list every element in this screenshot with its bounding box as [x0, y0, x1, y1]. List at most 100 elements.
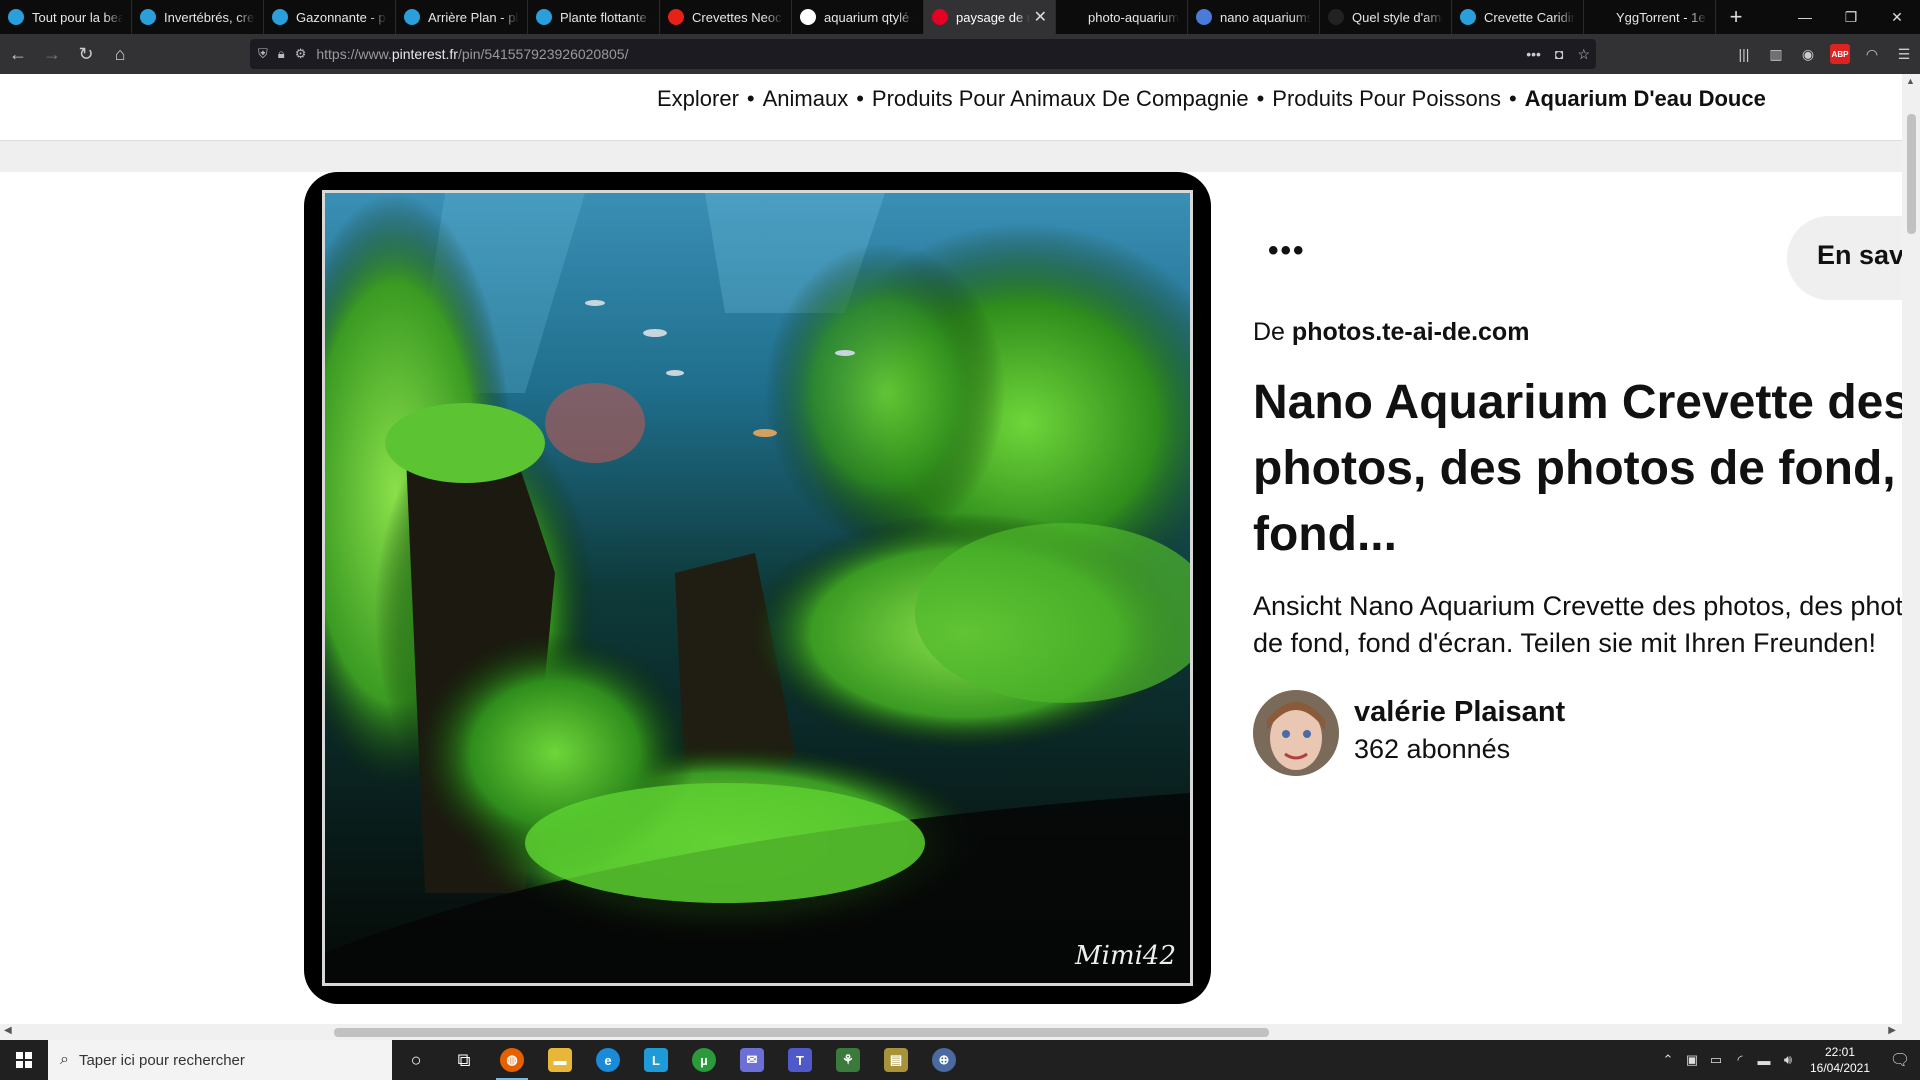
tab-favicon-icon	[272, 9, 288, 25]
cortana-icon[interactable]: ○	[392, 1040, 440, 1080]
extension-icon[interactable]: ◠	[1862, 44, 1882, 64]
forward-icon[interactable]: →	[36, 38, 68, 70]
tab-active[interactable]: paysage de nano aquarium✕	[924, 0, 1056, 34]
account-icon[interactable]: ◉	[1798, 44, 1818, 64]
permissions-icon[interactable]: ⚙	[295, 46, 307, 62]
breadcrumb-item[interactable]: Explorer	[657, 86, 739, 111]
pocket-icon[interactable]: ◘	[1555, 46, 1563, 62]
task-view-icon[interactable]: ⧉	[440, 1040, 488, 1080]
tab[interactable]: Arrière Plan - plantes	[396, 0, 528, 34]
learn-more-button[interactable]: En savoir plus	[1787, 216, 1902, 300]
chevron-up-icon[interactable]: ⌃	[1656, 1052, 1680, 1068]
aquarium-photo	[325, 193, 1190, 983]
tab[interactable]: aquarium qtylé - Recherche	[792, 0, 924, 34]
minimize-icon[interactable]: —	[1782, 0, 1828, 34]
taskbar-search[interactable]: ⌕ Taper ici pour rechercher	[48, 1040, 392, 1080]
vertical-scroll-thumb[interactable]	[1907, 114, 1916, 234]
file-explorer-icon[interactable]: ▬	[536, 1040, 584, 1080]
avatar-portrait	[1253, 690, 1339, 776]
volume-icon[interactable]: 🔊︎	[1776, 1052, 1800, 1068]
horizontal-scrollbar[interactable]: ◀ ▶	[0, 1024, 1920, 1040]
bookmark-star-icon[interactable]: ☆	[1577, 46, 1590, 63]
tab[interactable]: Gazonnante - plantes	[264, 0, 396, 34]
new-tab-button[interactable]: +	[1716, 0, 1756, 34]
pin-image: Mimi42	[322, 190, 1193, 986]
shield-icon[interactable]: ⛨	[258, 46, 268, 62]
scroll-right-icon[interactable]: ▶	[1888, 1025, 1896, 1036]
clock[interactable]: 22:01 16/04/2021	[1800, 1044, 1880, 1076]
more-options-icon[interactable]: •••	[1268, 234, 1306, 268]
wifi-icon[interactable]: ◜	[1728, 1052, 1752, 1068]
source-link[interactable]: photos.te-ai-de.com	[1292, 318, 1530, 346]
close-window-icon[interactable]: ✕	[1874, 0, 1920, 34]
tab[interactable]: YggTorrent - 1er Tracker	[1584, 0, 1716, 34]
tab[interactable]: Invertébrés, crevettes	[132, 0, 264, 34]
meet-now-icon[interactable]: ▣	[1680, 1052, 1704, 1068]
breadcrumb-item[interactable]: Produits Pour Animaux De Compagnie	[872, 86, 1249, 111]
messenger-icon[interactable]: ✉	[728, 1040, 776, 1080]
globe-app-icon[interactable]: ⊕	[920, 1040, 968, 1080]
page-band	[0, 141, 1902, 172]
utorrent-icon[interactable]: µ	[680, 1040, 728, 1080]
tab-label: Tout pour la beauté	[32, 9, 123, 25]
battery-icon[interactable]: ▬	[1752, 1053, 1776, 1068]
breadcrumb-current[interactable]: Aquarium D'eau Douce	[1525, 86, 1766, 111]
tab[interactable]: photo-aquarium-idée	[1056, 0, 1188, 34]
address-bar[interactable]: ⛨ 🔒︎ ⚙ https://www. pinterest.fr/pin/5415…	[250, 39, 1596, 69]
start-button[interactable]	[0, 1040, 48, 1080]
tab-label: aquarium qtylé - Recherche	[824, 9, 915, 25]
edge-icon[interactable]: e	[584, 1040, 632, 1080]
tab-bar: Tout pour la beauté Invertébrés, crevette…	[0, 0, 1920, 34]
pin-image-container[interactable]: Mimi42	[304, 172, 1211, 1004]
navigation-toolbar: ← → ↻ ⌂ ⛨ 🔒︎ ⚙ https://www. pinterest.fr /…	[0, 34, 1920, 74]
tab-favicon-icon	[1328, 9, 1344, 25]
tab[interactable]: Crevette Caridina	[1452, 0, 1584, 34]
windows-taskbar: ⌕ Taper ici pour rechercher ○ ⧉ ◍ ▬ e L …	[0, 1040, 1920, 1080]
scroll-left-icon[interactable]: ◀	[4, 1025, 12, 1036]
tab[interactable]: Plante flottante Aquarium	[528, 0, 660, 34]
tab[interactable]: nano aquariums	[1188, 0, 1320, 34]
horizontal-scroll-thumb[interactable]	[334, 1028, 1269, 1037]
tab-favicon-icon	[404, 9, 420, 25]
tab-favicon-icon	[1196, 9, 1212, 25]
tab-close-icon[interactable]: ✕	[1034, 7, 1047, 27]
home-icon[interactable]: ⌂	[104, 38, 136, 70]
clock-time: 22:01	[1824, 1045, 1856, 1059]
tab-favicon-icon	[140, 9, 156, 25]
library-icon[interactable]: |||	[1734, 44, 1754, 64]
tab-favicon-icon	[536, 9, 552, 25]
tab[interactable]: Crevettes Neocaridina	[660, 0, 792, 34]
tab-label: Invertébrés, crevettes	[164, 9, 255, 25]
app-l-icon[interactable]: L	[632, 1040, 680, 1080]
reload-icon[interactable]: ↻	[70, 38, 102, 70]
teams-icon[interactable]: T	[776, 1040, 824, 1080]
avatar[interactable]	[1253, 690, 1339, 776]
lock-icon[interactable]: 🔒︎	[278, 46, 285, 62]
tab-favicon-icon	[8, 9, 24, 25]
breadcrumb-item[interactable]: Produits Pour Poissons	[1272, 86, 1501, 111]
scroll-up-icon[interactable]: ▲	[1906, 76, 1915, 86]
adblock-icon[interactable]: ABP	[1830, 44, 1850, 64]
display-icon[interactable]: ▭	[1704, 1052, 1728, 1068]
user-name[interactable]: valérie Plaisant	[1354, 696, 1565, 729]
tab-favicon-icon	[1460, 9, 1476, 25]
archive-app-icon[interactable]: ▤	[872, 1040, 920, 1080]
sidebar-icon[interactable]: ▥	[1766, 44, 1786, 64]
menu-icon[interactable]: ☰	[1894, 44, 1914, 64]
vertical-scrollbar[interactable]: ▲	[1902, 74, 1920, 1024]
notification-icon[interactable]: 🗨︎	[1880, 1050, 1920, 1070]
back-icon[interactable]: ←	[2, 38, 34, 70]
source-prefix: De	[1253, 318, 1285, 346]
breadcrumb-separator: •	[856, 86, 864, 111]
firefox-icon[interactable]: ◍	[488, 1040, 536, 1080]
breadcrumb-separator: •	[1508, 86, 1517, 111]
tab[interactable]: Tout pour la beauté	[0, 0, 132, 34]
tab-label: paysage de nano aquarium	[956, 9, 1030, 25]
page-actions-icon[interactable]: •••	[1526, 46, 1541, 62]
tab-label: nano aquariums	[1220, 9, 1311, 25]
restore-icon[interactable]: ❐	[1828, 0, 1874, 34]
breadcrumb-item[interactable]: Animaux	[763, 86, 849, 111]
network-app-icon[interactable]: ⚘	[824, 1040, 872, 1080]
tab[interactable]: Quel style d'aménagement	[1320, 0, 1452, 34]
windows-logo-icon	[16, 1052, 32, 1068]
